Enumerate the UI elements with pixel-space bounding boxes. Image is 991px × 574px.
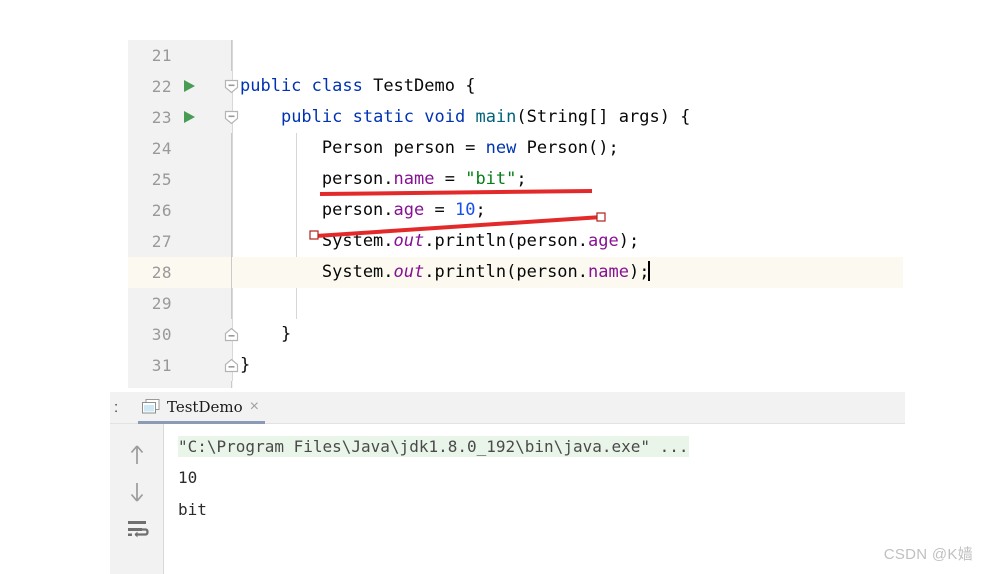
code-text: person.age = 10; (240, 200, 486, 220)
line-number: 31 (151, 356, 172, 375)
code-line[interactable]: 30 } (128, 319, 991, 350)
code-line[interactable]: 23 public static void main(String[] args… (128, 102, 991, 133)
line-number: 28 (151, 263, 172, 282)
line-number: 21 (151, 46, 172, 65)
code-lines-container[interactable]: 21 22 public class TestDemo { 23 public sta… (128, 40, 991, 381)
line-number: 25 (151, 170, 172, 189)
console-tab-label: TestDemo (167, 397, 243, 416)
line-number: 26 (151, 201, 172, 220)
fold-region-line (231, 164, 232, 195)
code-text: public static void main(String[] args) { (280, 107, 691, 127)
code-fold-icon[interactable] (224, 79, 239, 94)
fold-region-line (231, 288, 232, 319)
code-text: public class TestDemo { (240, 76, 476, 96)
run-gutter-icon[interactable] (184, 80, 195, 92)
code-line[interactable]: 28 System.out.println(person.name); (128, 257, 991, 288)
code-text: Person person = new Person(); (240, 138, 619, 158)
console-window-icon (142, 399, 160, 414)
watermark: CSDN @K嫱 (883, 546, 973, 563)
line-number: 29 (151, 294, 172, 313)
line-number: 32 (128, 381, 172, 388)
code-line[interactable]: 31} (128, 350, 991, 381)
code-line[interactable]: 21 (128, 40, 991, 71)
fold-region-line (231, 40, 232, 71)
close-icon[interactable]: × (250, 398, 259, 415)
console-output-line: bit (178, 500, 207, 519)
line-number: 24 (151, 139, 172, 158)
code-text: } (240, 355, 251, 375)
code-fold-icon[interactable] (224, 327, 239, 342)
line-number: 22 (151, 77, 172, 96)
code-line-clipped: 32 (128, 381, 991, 388)
code-editor[interactable]: 21 22 public class TestDemo { 23 public sta… (128, 40, 991, 388)
scroll-down-button[interactable] (124, 479, 150, 505)
code-line[interactable]: 26 person.age = 10; (128, 195, 991, 226)
fold-region-line (231, 226, 232, 257)
code-fold-icon[interactable] (224, 110, 239, 125)
console-toolbar[interactable] (110, 424, 164, 574)
code-text: System.out.println(person.name); (240, 261, 651, 282)
console-output-line: 10 (178, 468, 198, 487)
code-text: System.out.println(person.age); (240, 231, 640, 251)
fold-region-line (231, 133, 232, 164)
code-text: } (240, 324, 292, 344)
code-fold-icon[interactable] (224, 358, 239, 373)
indent-guide (296, 288, 297, 319)
code-line[interactable]: 24 Person person = new Person(); (128, 133, 991, 164)
text-caret (648, 261, 651, 281)
code-line[interactable]: 25 person.name = "bit"; (128, 164, 991, 195)
line-number: 30 (151, 325, 172, 344)
scroll-up-button[interactable] (124, 442, 150, 468)
console-tab-testdemo[interactable]: TestDemo × (138, 392, 265, 424)
console-colon-marker: : (114, 399, 119, 416)
soft-wrap-icon[interactable] (124, 516, 150, 542)
code-line[interactable]: 27 System.out.println(person.age); (128, 226, 991, 257)
run-console-panel[interactable]: : TestDemo × "C:\Program Files\Java\jdk1… (0, 392, 991, 574)
code-text: person.name = "bit"; (240, 169, 527, 189)
line-number: 23 (151, 108, 172, 127)
console-output[interactable]: "C:\Program Files\Java\jdk1.8.0_192\bin\… (164, 424, 991, 574)
fold-region-line (231, 257, 232, 288)
run-gutter-icon[interactable] (184, 111, 195, 123)
fold-region-line (231, 195, 232, 226)
code-line[interactable]: 22 public class TestDemo { (128, 71, 991, 102)
code-line[interactable]: 29 (128, 288, 991, 319)
line-number: 27 (151, 232, 172, 251)
console-command-line: "C:\Program Files\Java\jdk1.8.0_192\bin\… (178, 436, 689, 457)
